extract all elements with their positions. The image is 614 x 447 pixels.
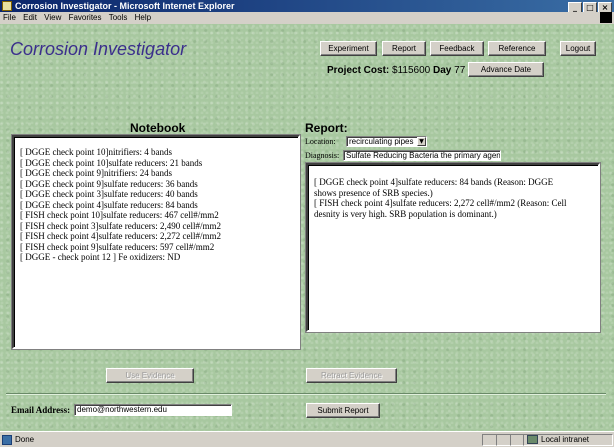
window-title: Corrosion Investigator - Microsoft Inter…: [15, 1, 235, 11]
location-select[interactable]: recirculating pipes ▼: [346, 136, 427, 147]
report-entry-line[interactable]: shows presence of SRB species.): [314, 188, 598, 199]
retract-evidence-button[interactable]: Retract Evidence: [306, 368, 397, 383]
location-label: Location:: [305, 137, 336, 146]
menu-tools[interactable]: Tools: [109, 13, 128, 22]
menubar: File Edit View Favorites Tools Help: [0, 12, 614, 24]
notebook-entries: [ DGGE check point 10]nitrifiers: 4 band…: [14, 137, 298, 263]
notebook-entry[interactable]: [ FISH check point 10]sulfate reducers: …: [20, 210, 298, 221]
logout-button[interactable]: Logout: [560, 41, 596, 56]
chevron-down-icon[interactable]: ▼: [417, 137, 426, 146]
report-button[interactable]: Report: [382, 41, 426, 56]
windows-logo-icon: [600, 12, 612, 23]
menu-help[interactable]: Help: [135, 13, 151, 22]
advance-date-button[interactable]: Advance Date: [468, 62, 544, 77]
experiment-button[interactable]: Experiment: [320, 41, 377, 56]
feedback-button[interactable]: Feedback: [430, 41, 484, 56]
status-text: Done: [15, 435, 35, 444]
app-title: Corrosion Investigator: [10, 39, 187, 59]
notebook-heading: Notebook: [130, 121, 186, 135]
report-evidence-list[interactable]: [ DGGE check point 4]sulfate reducers: 8…: [306, 163, 600, 332]
submit-report-button[interactable]: Submit Report: [306, 403, 380, 418]
project-cost-label: Project Cost:: [327, 65, 390, 76]
notebook-entry[interactable]: [ FISH check point 9]sulfate reducers: 5…: [20, 242, 298, 253]
notebook-list[interactable]: [ DGGE check point 10]nitrifiers: 4 band…: [12, 135, 300, 349]
status-pane-3: [510, 434, 524, 446]
page-done-icon: [2, 434, 12, 445]
status-pane-1: [482, 434, 497, 446]
notebook-entry[interactable]: [ DGGE check point 3]sulfate reducers: 4…: [20, 189, 298, 200]
menu-file[interactable]: File: [3, 13, 16, 22]
statusbar: Done Local intranet: [0, 431, 614, 447]
status-pane-2: [496, 434, 511, 446]
report-entry-line[interactable]: desnity is very high. SRB population is …: [314, 209, 598, 220]
notebook-entry[interactable]: [ DGGE check point 4]sulfate reducers: 8…: [20, 200, 298, 211]
zone-text: Local intranet: [541, 435, 590, 444]
report-entry-line[interactable]: [ FISH check point 4]sulfate reducers: 2…: [314, 198, 598, 209]
report-entry-line[interactable]: [ DGGE check point 4]sulfate reducers: 8…: [314, 177, 598, 188]
day-label: Day: [433, 65, 452, 76]
email-input[interactable]: demo@northwestern.edu: [74, 404, 232, 416]
use-evidence-button[interactable]: Use Evidence: [106, 368, 194, 383]
notebook-entry[interactable]: [ DGGE - check point 12 ] Fe oxidizers: …: [20, 252, 298, 263]
zone-pane: Local intranet: [523, 434, 613, 446]
page-content: Corrosion Investigator Experiment Report…: [0, 24, 614, 431]
diagnosis-label: Diagnosis:: [305, 151, 340, 160]
local-intranet-icon: [527, 435, 538, 445]
reference-button[interactable]: Reference: [488, 41, 546, 56]
menu-favorites[interactable]: Favorites: [69, 13, 102, 22]
location-value: recirculating pipes: [349, 137, 414, 146]
report-entries: [ DGGE check point 4]sulfate reducers: 8…: [308, 165, 598, 219]
ie-page-icon: [2, 1, 12, 11]
window-titlebar: Corrosion Investigator - Microsoft Inter…: [0, 0, 614, 13]
notebook-entry[interactable]: [ DGGE check point 10]sulfate reducers: …: [20, 158, 298, 169]
email-label: Email Address:: [11, 405, 71, 415]
notebook-entry[interactable]: [ DGGE check point 9]nitrifiers: 24 band…: [20, 168, 298, 179]
day-value: 77: [454, 65, 466, 76]
notebook-entry[interactable]: [ DGGE check point 10]nitrifiers: 4 band…: [20, 147, 298, 158]
footer-divider: [6, 393, 606, 395]
notebook-entry[interactable]: [ DGGE check point 9]sulfate reducers: 3…: [20, 179, 298, 190]
menu-edit[interactable]: Edit: [23, 13, 37, 22]
diagnosis-input[interactable]: Sulfate Reducing Bacteria the primary ag…: [343, 150, 501, 161]
project-cost-value: $115600: [392, 65, 431, 76]
notebook-entry[interactable]: [ FISH check point 3]sulfate reducers: 2…: [20, 221, 298, 232]
notebook-entry[interactable]: [ FISH check point 4]sulfate reducers: 2…: [20, 231, 298, 242]
project-cost: Project Cost: $115600 Day 77: [327, 65, 465, 76]
menu-view[interactable]: View: [44, 13, 61, 22]
report-heading: Report:: [305, 121, 348, 135]
